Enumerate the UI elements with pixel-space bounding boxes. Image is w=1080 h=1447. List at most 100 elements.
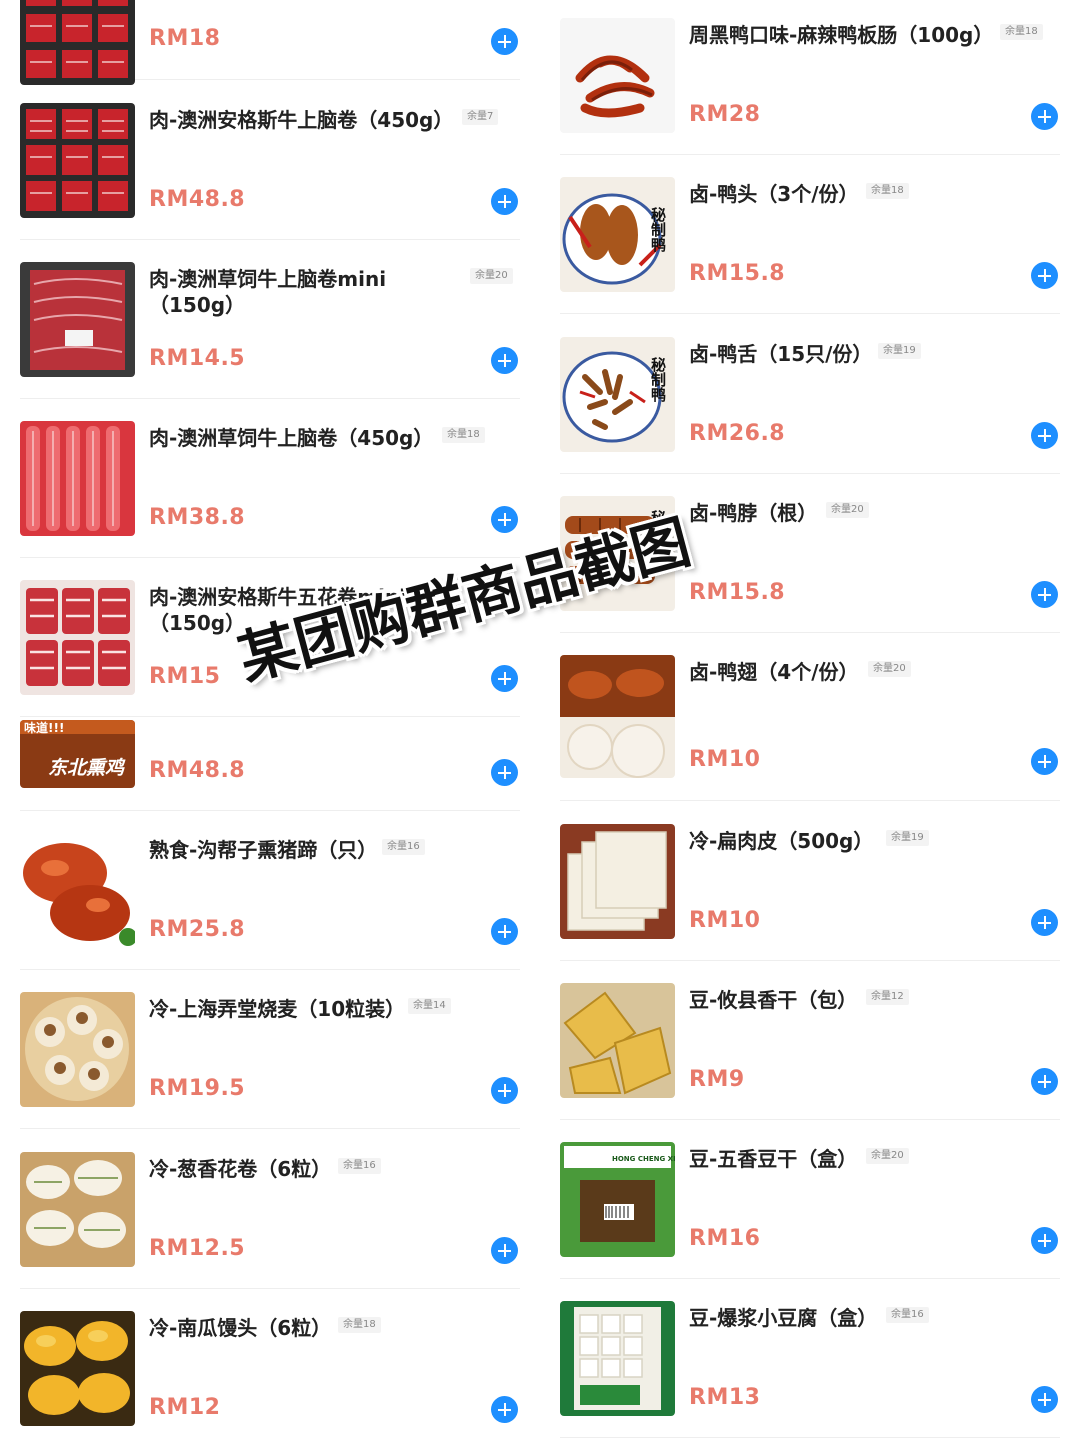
product-price: RM16 [689,1226,761,1251]
product-name: 冷-上海弄堂烧麦（10粒装） [149,997,406,1021]
stock-badge: 余量18 [1000,24,1043,40]
product-name: 冷-南瓜馒头（6粒） [149,1316,332,1340]
add-to-cart-button[interactable] [1031,1068,1058,1095]
product-name: 卤-鸭翅（4个/份） [689,660,859,684]
product-item[interactable]: 冷-上海弄堂烧麦（10粒装） 余量14 RM19.5 [20,992,520,1129]
product-price: RM13 [689,1385,761,1410]
product-price: RM9 [689,1067,745,1092]
product-photo-label: 秘制鸭 [649,356,667,403]
product-item[interactable]: HONG CHENG XIANG GAN 豆-五香豆干（盒） 余量20 RM16 [560,1142,1060,1279]
product-price: RM15 [149,664,221,689]
product-price: RM19.5 [149,1076,246,1101]
product-price: RM26.8 [689,421,786,446]
product-name: 豆-攸县香干（包） [689,988,858,1012]
add-to-cart-button[interactable] [491,759,518,786]
product-price: RM10 [689,747,761,772]
product-item[interactable]: 冷-南瓜馒头（6粒） 余量18 RM12 [20,1311,520,1447]
shaomai-icon [20,992,135,1107]
add-to-cart-button[interactable] [491,665,518,692]
product-price: RM15.8 [689,580,786,605]
add-to-cart-button[interactable] [491,1237,518,1264]
add-to-cart-button[interactable] [1031,1227,1058,1254]
product-name: 肉-澳洲草饲牛上脑卷（450g） [149,426,434,450]
add-to-cart-button[interactable] [491,1396,518,1423]
product-price: RM28 [689,102,761,127]
product-item[interactable]: 豆-攸县香干（包） 余量12 RM9 [560,983,1060,1120]
product-item[interactable]: 冷-扁肉皮（500g） 余量19 RM10 [560,824,1060,961]
banner-text-main: 东北熏鸡 [48,757,126,779]
wonton-wrapper-icon [560,824,675,939]
package-label: HONG CHENG XIANG GAN [612,1155,675,1163]
product-name: 卤-鸭头（3个/份） [689,182,859,206]
add-to-cart-button[interactable] [491,506,518,533]
product-item[interactable]: 冷-葱香花卷（6粒） 余量16 RM12.5 [20,1152,520,1289]
spiced-tofu-box-icon: HONG CHENG XIANG GAN [560,1142,675,1257]
stock-badge: 余量16 [382,839,425,855]
stock-badge: 余量16 [886,1307,929,1323]
product-item[interactable]: RM18 [20,0,520,85]
product-item[interactable]: 肉-澳洲安格斯牛上脑卷（450g） 余量7 RM48.8 [20,103,520,240]
product-item[interactable]: 肉-澳洲草饲牛上脑卷mini（150g） 余量20 RM14.5 [20,262,520,399]
product-price: RM38.8 [149,505,246,530]
stock-badge: 余量16 [338,1158,381,1174]
beef-rolls-icon [20,421,135,536]
stock-badge: 余量20 [866,1148,909,1164]
product-item[interactable]: 秘制鸭 卤-鸭头（3个/份） 余量18 RM15.8 [560,177,1060,314]
dried-tofu-icon [560,983,675,1098]
add-to-cart-button[interactable] [1031,581,1058,608]
stock-badge: 余量12 [866,989,909,1005]
product-name: 冷-葱香花卷（6粒） [149,1157,332,1181]
stock-badge: 余量19 [878,343,921,359]
product-name: 豆-五香豆干（盒） [689,1147,858,1171]
stock-badge: 余量20 [868,661,911,677]
add-to-cart-button[interactable] [1031,103,1058,130]
duck-wing-icon [560,655,675,778]
product-name: 卤-鸭舌（15只/份） [689,342,873,366]
product-item[interactable]: 熟食-沟帮子熏猪蹄（只） 余量16 RM25.8 [20,833,520,970]
product-item[interactable]: 肉-澳洲草饲牛上脑卷（450g） 余量18 RM38.8 [20,421,520,558]
pumpkin-bun-icon [20,1311,135,1426]
duck-intestine-icon [560,18,675,133]
add-to-cart-button[interactable] [491,1077,518,1104]
product-item[interactable]: 卤-鸭翅（4个/份） 余量20 RM10 [560,655,1060,801]
stock-badge: 余量18 [338,1317,381,1333]
product-price: RM48.8 [149,187,246,212]
product-item[interactable]: 秘制鸭 卤-鸭舌（15只/份） 余量19 RM26.8 [560,337,1060,474]
product-name: 豆-爆浆小豆腐（盒） [689,1306,878,1330]
product-name: 卤-鸭脖（根） [689,501,818,525]
add-to-cart-button[interactable] [1031,1386,1058,1413]
product-price: RM25.8 [149,917,246,942]
stock-badge: 余量14 [408,998,451,1014]
add-to-cart-button[interactable] [1031,262,1058,289]
product-name: 周黑鸭口味-麻辣鸭板肠（100g） [689,23,994,47]
product-name: 肉-澳洲草饲牛上脑卷mini（150g） [149,267,387,317]
product-item[interactable]: 味道!!! 东北熏鸡 RM48.8 [20,720,520,811]
product-price: RM18 [149,26,221,51]
add-to-cart-button[interactable] [1031,748,1058,775]
beef-brisket-icon [20,580,135,695]
add-to-cart-button[interactable] [491,347,518,374]
product-price: RM12.5 [149,1236,246,1261]
add-to-cart-button[interactable] [1031,422,1058,449]
mini-tofu-box-icon [560,1301,675,1416]
product-price: RM10 [689,908,761,933]
beef-pack-icon [20,262,135,377]
product-name: 肉-澳洲安格斯牛上脑卷（450g） [149,108,454,132]
add-to-cart-button[interactable] [491,918,518,945]
stock-badge: 余量18 [866,183,909,199]
smoked-chicken-banner-icon: 味道!!! 东北熏鸡 [20,720,135,788]
pig-trotter-icon [20,833,135,948]
product-photo-label: 秘制鸭 [649,206,667,253]
stock-badge: 余量20 [826,502,869,518]
add-to-cart-button[interactable] [491,28,518,55]
product-price: RM12 [149,1395,221,1420]
product-item[interactable]: 豆-爆浆小豆腐（盒） 余量16 RM13 [560,1301,1060,1438]
product-name: 冷-扁肉皮（500g） [689,829,874,853]
add-to-cart-button[interactable] [491,188,518,215]
beef-roll-tray-icon [20,0,135,85]
stock-badge: 余量7 [462,109,499,125]
product-item[interactable]: 周黑鸭口味-麻辣鸭板肠（100g） 余量18 RM28 [560,18,1060,155]
stock-badge: 余量18 [442,427,485,443]
flower-roll-icon [20,1152,135,1267]
add-to-cart-button[interactable] [1031,909,1058,936]
